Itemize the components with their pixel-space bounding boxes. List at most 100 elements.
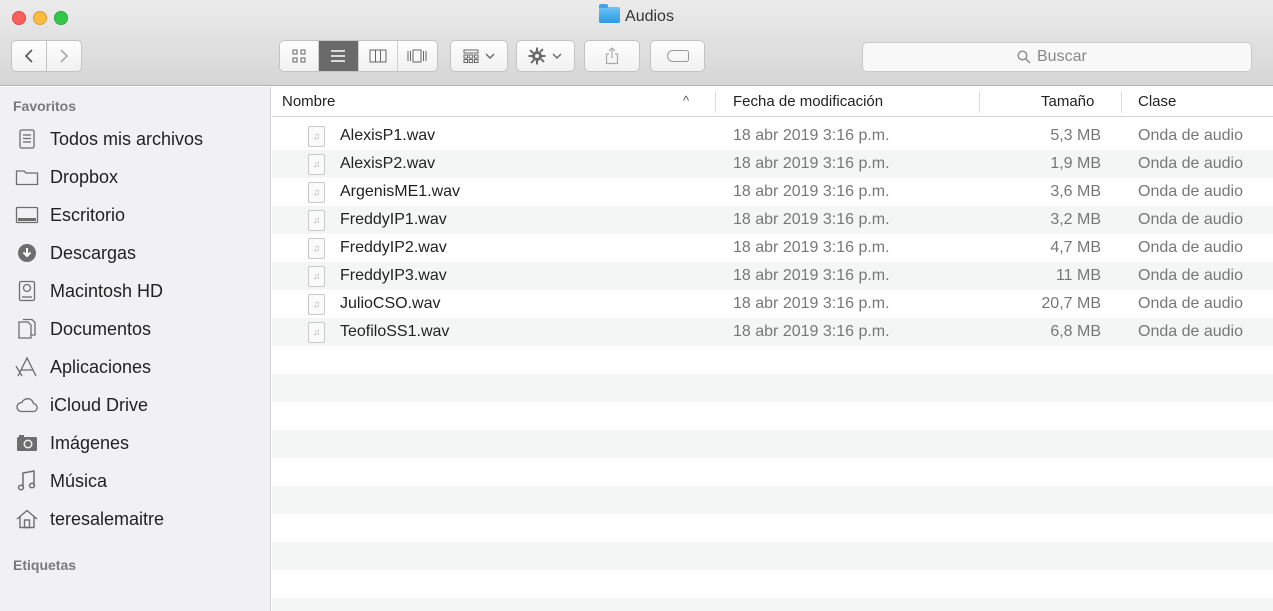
empty-row bbox=[272, 402, 1273, 430]
column-divider[interactable] bbox=[715, 91, 716, 113]
cover-flow-button[interactable] bbox=[398, 41, 437, 71]
view-mode-switcher bbox=[279, 40, 438, 72]
arrange-button[interactable] bbox=[450, 40, 508, 72]
file-modified: 18 abr 2019 3:16 p.m. bbox=[733, 211, 890, 228]
sidebar-item-icloud-drive[interactable]: iCloud Drive bbox=[14, 388, 148, 422]
file-modified: 18 abr 2019 3:16 p.m. bbox=[733, 155, 890, 172]
sidebar-item-dropbox[interactable]: Dropbox bbox=[14, 160, 118, 194]
sidebar-item-escritorio[interactable]: Escritorio bbox=[14, 198, 125, 232]
sidebar-item-all-files[interactable]: Todos mis archivos bbox=[14, 122, 203, 156]
search-field[interactable] bbox=[862, 42, 1252, 72]
sidebar-item-label: teresalemaitre bbox=[50, 508, 165, 529]
tag-icon bbox=[666, 50, 689, 62]
file-name: TeofiloSS1.wav bbox=[340, 323, 450, 340]
folder-icon bbox=[599, 4, 621, 23]
forward-button[interactable] bbox=[46, 40, 82, 72]
file-row[interactable]: ♫ FreddyIP1.wav 18 abr 2019 3:16 p.m. 3,… bbox=[272, 206, 1273, 234]
column-view-button[interactable] bbox=[359, 41, 398, 71]
column-header-kind[interactable]: Clase bbox=[1138, 93, 1176, 110]
tags-button[interactable] bbox=[650, 40, 705, 72]
sidebar-item-home[interactable]: teresalemaitre bbox=[14, 502, 164, 536]
sidebar-item-descargas[interactable]: Descargas bbox=[14, 236, 136, 270]
empty-row bbox=[272, 346, 1273, 374]
sidebar-item-musica[interactable]: Música bbox=[14, 464, 107, 498]
gear-icon bbox=[528, 47, 546, 65]
empty-row bbox=[272, 570, 1273, 598]
applications-icon bbox=[14, 355, 40, 379]
list-view-button[interactable] bbox=[319, 41, 359, 71]
search-icon bbox=[1017, 50, 1031, 64]
file-modified: 18 abr 2019 3:16 p.m. bbox=[733, 183, 890, 200]
camera-icon bbox=[14, 431, 40, 455]
file-row[interactable]: ♫ FreddyIP2.wav 18 abr 2019 3:16 p.m. 4,… bbox=[272, 234, 1273, 262]
sidebar-item-documentos[interactable]: Documentos bbox=[14, 312, 151, 346]
arrange-grid-icon bbox=[463, 49, 478, 63]
audio-file-icon: ♫ bbox=[308, 154, 325, 175]
window-toolbar: Audios bbox=[0, 0, 1273, 86]
file-list: Nombre ^ Fecha de modificación Tamaño Cl… bbox=[272, 87, 1273, 611]
file-size: 3,6 MB bbox=[1050, 183, 1101, 200]
file-modified: 18 abr 2019 3:16 p.m. bbox=[733, 267, 890, 284]
file-kind: Onda de audio bbox=[1138, 295, 1243, 312]
file-row[interactable]: ♫ JulioCSO.wav 18 abr 2019 3:16 p.m. 20,… bbox=[272, 290, 1273, 318]
file-size: 5,3 MB bbox=[1050, 127, 1101, 144]
column-divider[interactable] bbox=[979, 91, 980, 113]
sidebar-heading-favorites: Favoritos bbox=[13, 98, 77, 114]
sidebar-item-imagenes[interactable]: Imágenes bbox=[14, 426, 129, 460]
empty-row bbox=[272, 514, 1273, 542]
file-modified: 18 abr 2019 3:16 p.m. bbox=[733, 127, 890, 144]
all-files-icon bbox=[14, 127, 40, 151]
file-row[interactable]: ♫ TeofiloSS1.wav 18 abr 2019 3:16 p.m. 6… bbox=[272, 318, 1273, 346]
audio-file-icon: ♫ bbox=[308, 182, 325, 203]
file-row[interactable]: ♫ ArgenisME1.wav 18 abr 2019 3:16 p.m. 3… bbox=[272, 178, 1273, 206]
file-kind: Onda de audio bbox=[1138, 127, 1243, 144]
file-rows: ♫ AlexisP1.wav 18 abr 2019 3:16 p.m. 5,3… bbox=[272, 122, 1273, 346]
audio-file-icon: ♫ bbox=[308, 126, 325, 147]
icon-view-icon bbox=[292, 49, 306, 63]
file-name: AlexisP1.wav bbox=[340, 127, 436, 144]
file-row[interactable]: ♫ FreddyIP3.wav 18 abr 2019 3:16 p.m. 11… bbox=[272, 262, 1273, 290]
file-size: 11 MB bbox=[1055, 267, 1101, 284]
file-modified: 18 abr 2019 3:16 p.m. bbox=[733, 295, 890, 312]
empty-row bbox=[272, 598, 1273, 611]
sidebar-item-label: Documentos bbox=[50, 318, 152, 339]
icon-view-button[interactable] bbox=[280, 41, 320, 71]
file-kind: Onda de audio bbox=[1138, 267, 1243, 284]
file-row[interactable]: ♫ AlexisP1.wav 18 abr 2019 3:16 p.m. 5,3… bbox=[272, 122, 1273, 150]
column-divider[interactable] bbox=[1121, 91, 1122, 113]
desktop-icon bbox=[14, 203, 40, 227]
search-input[interactable] bbox=[1037, 48, 1097, 66]
audio-file-icon: ♫ bbox=[308, 294, 325, 315]
column-header-size[interactable]: Tamaño bbox=[1041, 93, 1094, 110]
list-view-icon bbox=[331, 50, 346, 62]
empty-row bbox=[272, 374, 1273, 402]
file-name: FreddyIP2.wav bbox=[340, 239, 447, 256]
folder-icon bbox=[14, 165, 40, 189]
audio-file-icon: ♫ bbox=[308, 322, 325, 343]
file-row[interactable]: ♫ AlexisP2.wav 18 abr 2019 3:16 p.m. 1,9… bbox=[272, 150, 1273, 178]
file-size: 6,8 MB bbox=[1050, 323, 1101, 340]
column-header-modified[interactable]: Fecha de modificación bbox=[733, 93, 883, 110]
column-view-icon bbox=[369, 49, 387, 63]
sidebar: Favoritos Todos mis archivos Dropbox Esc… bbox=[0, 87, 271, 611]
sidebar-heading-tags: Etiquetas bbox=[13, 557, 77, 573]
back-button[interactable] bbox=[11, 40, 47, 72]
chevron-down-icon bbox=[485, 53, 494, 59]
file-kind: Onda de audio bbox=[1138, 155, 1243, 172]
window-title: Audios bbox=[0, 4, 1273, 26]
action-menu-button[interactable] bbox=[516, 40, 575, 72]
column-header-name[interactable]: Nombre bbox=[282, 93, 335, 110]
music-note-icon bbox=[14, 469, 40, 493]
sidebar-item-label: Dropbox bbox=[50, 166, 119, 187]
empty-row bbox=[272, 458, 1273, 486]
hard-drive-icon bbox=[14, 279, 40, 303]
chevron-down-icon bbox=[552, 53, 562, 59]
sidebar-item-aplicaciones[interactable]: Aplicaciones bbox=[14, 350, 151, 384]
file-name: ArgenisME1.wav bbox=[340, 183, 461, 200]
share-button[interactable] bbox=[584, 40, 640, 72]
share-icon bbox=[605, 47, 619, 65]
sidebar-item-macintosh-hd[interactable]: Macintosh HD bbox=[14, 274, 163, 308]
sidebar-item-label: Escritorio bbox=[50, 204, 126, 225]
file-name: FreddyIP1.wav bbox=[340, 211, 447, 228]
file-kind: Onda de audio bbox=[1138, 183, 1243, 200]
